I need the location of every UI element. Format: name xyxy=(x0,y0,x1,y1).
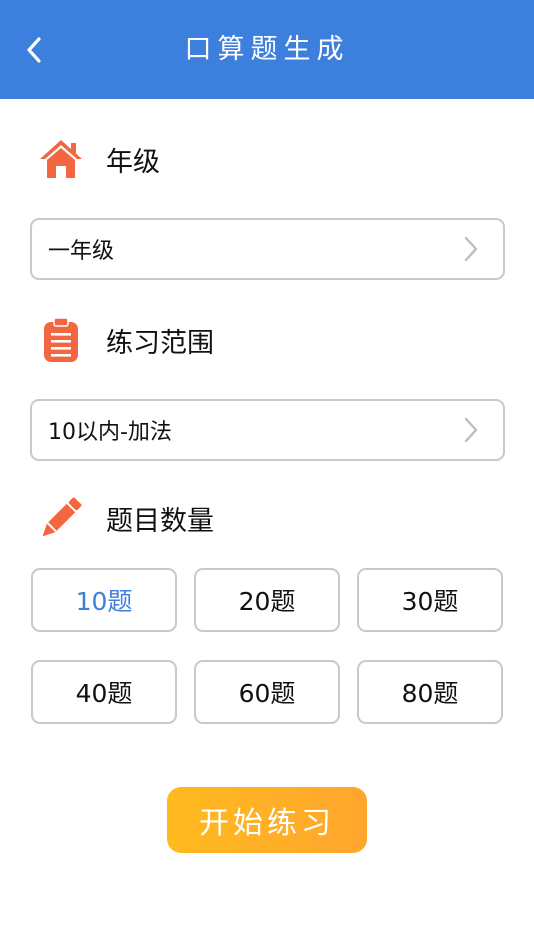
grade-value: 一年级 xyxy=(48,239,115,264)
pencil-icon xyxy=(38,496,84,540)
start-practice-button[interactable]: 开始练习 xyxy=(167,787,367,853)
count-option-80[interactable]: 80题 xyxy=(357,660,503,724)
page-title: 口算题生成 xyxy=(184,34,350,65)
chevron-right-icon xyxy=(453,231,489,267)
count-option-60[interactable]: 60题 xyxy=(194,660,340,724)
count-section-title: 题目数量 xyxy=(38,496,214,540)
grade-section-title: 年级 xyxy=(38,137,160,181)
home-icon xyxy=(38,137,84,181)
count-option-10[interactable]: 10题 xyxy=(31,568,177,632)
range-value: 10以内-加法 xyxy=(48,420,172,445)
range-label: 练习范围 xyxy=(106,327,214,359)
range-section-title: 练习范围 xyxy=(38,317,214,362)
count-option-20[interactable]: 20题 xyxy=(194,568,340,632)
range-select[interactable]: 10以内-加法 xyxy=(30,399,505,461)
question-count-grid: 10题 20题 30题 40题 60题 80题 xyxy=(31,568,503,724)
count-option-40[interactable]: 40题 xyxy=(31,660,177,724)
grade-label: 年级 xyxy=(106,146,160,178)
grade-select[interactable]: 一年级 xyxy=(30,218,505,280)
app-header: 口算题生成 xyxy=(0,0,534,99)
count-label: 题目数量 xyxy=(106,505,214,537)
chevron-right-icon xyxy=(453,412,489,448)
clipboard-icon xyxy=(38,317,84,362)
count-option-30[interactable]: 30题 xyxy=(357,568,503,632)
